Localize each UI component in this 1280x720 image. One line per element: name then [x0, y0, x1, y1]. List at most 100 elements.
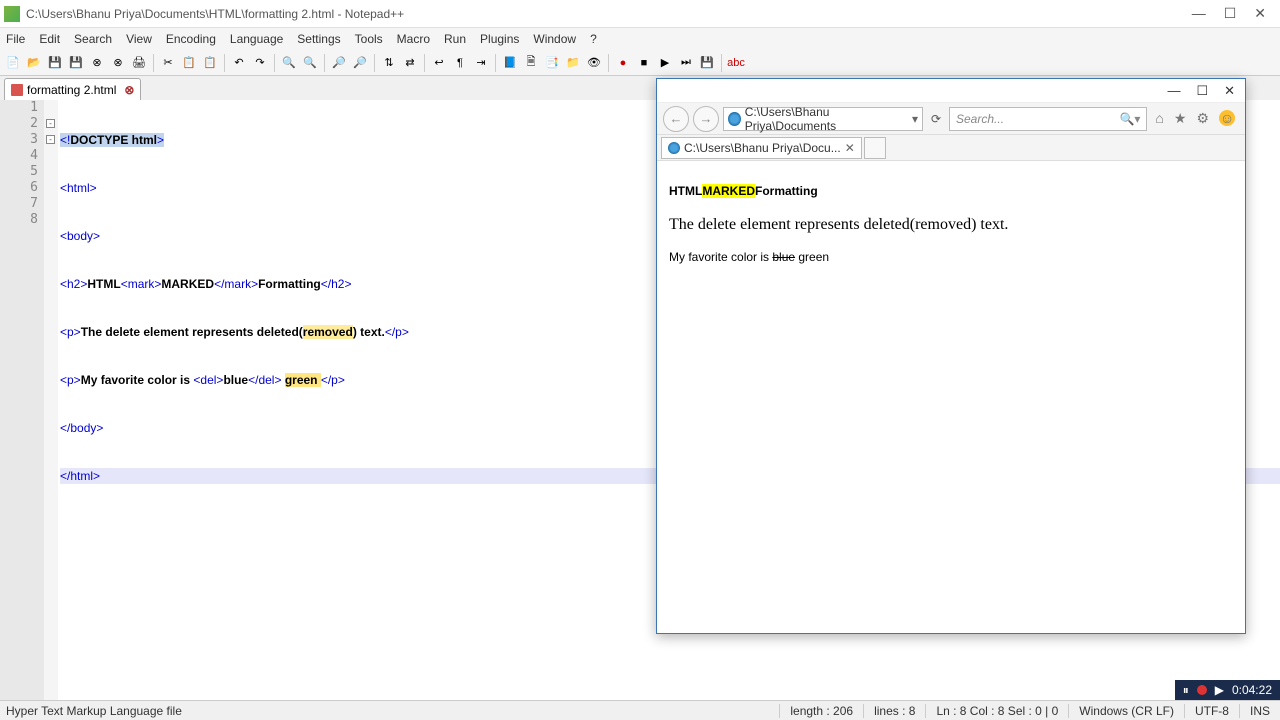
- replace-icon[interactable]: 🔍: [301, 54, 319, 72]
- tab-close-icon[interactable]: ⊗: [124, 83, 134, 97]
- allchars-icon[interactable]: ¶: [451, 54, 469, 72]
- menu-run[interactable]: Run: [444, 32, 466, 46]
- window-title: C:\Users\Bhanu Priya\Documents\HTML\form…: [26, 7, 1192, 21]
- statusbar: Hyper Text Markup Language file length :…: [0, 700, 1280, 720]
- menu-view[interactable]: View: [126, 32, 152, 46]
- sync-v-icon[interactable]: ⇅: [380, 54, 398, 72]
- browser-tab-label: C:\Users\Bhanu Priya\Docu...: [684, 141, 841, 155]
- browser-tab-close-icon[interactable]: ✕: [845, 141, 855, 155]
- screen-recorder-tray: ⏸ ▶ 0:04:22: [1175, 680, 1280, 700]
- doc-map-icon[interactable]: 🗎: [522, 54, 540, 72]
- refresh-button[interactable]: ⟳: [927, 112, 945, 126]
- status-eol: Windows (CR LF): [1068, 704, 1184, 718]
- stop-icon[interactable]: ■: [635, 54, 653, 72]
- forward-button[interactable]: →: [693, 106, 719, 132]
- favorites-icon[interactable]: ★: [1174, 110, 1187, 127]
- back-button[interactable]: ←: [663, 106, 689, 132]
- address-bar[interactable]: C:\Users\Bhanu Priya\Documents ▾: [723, 107, 923, 131]
- toolbar: 📄 📂 💾 💾 ⊗ ⊗ 🖨 ✂ 📋 📋 ↶ ↷ 🔍 🔍 🔎 🔎 ⇅ ⇄ ↩ ¶ …: [0, 50, 1280, 76]
- close-all-icon[interactable]: ⊗: [109, 54, 127, 72]
- browser-tabrow: C:\Users\Bhanu Priya\Docu... ✕: [657, 135, 1245, 161]
- indent-icon[interactable]: ⇥: [472, 54, 490, 72]
- browser-maximize-button[interactable]: ☐: [1196, 83, 1208, 99]
- menubar: File Edit Search View Encoding Language …: [0, 28, 1280, 50]
- close-file-icon[interactable]: ⊗: [88, 54, 106, 72]
- menu-encoding[interactable]: Encoding: [166, 32, 216, 46]
- menu-settings[interactable]: Settings: [297, 32, 340, 46]
- save-icon[interactable]: 💾: [46, 54, 64, 72]
- paste-icon[interactable]: 📋: [201, 54, 219, 72]
- menu-language[interactable]: Language: [230, 32, 283, 46]
- fold-column: - -: [44, 100, 58, 700]
- record-icon[interactable]: [1197, 685, 1207, 695]
- record-icon[interactable]: ●: [614, 54, 632, 72]
- cut-icon[interactable]: ✂: [159, 54, 177, 72]
- status-filetype: Hyper Text Markup Language file: [0, 704, 779, 718]
- ie-icon: [728, 112, 741, 126]
- recording-time: 0:04:22: [1232, 683, 1272, 697]
- app-icon: [4, 6, 20, 22]
- browser-minimize-button[interactable]: —: [1167, 83, 1180, 98]
- save-all-icon[interactable]: 💾: [67, 54, 85, 72]
- fold-marker[interactable]: -: [46, 135, 55, 144]
- search-box[interactable]: Search... 🔍▾: [949, 107, 1147, 131]
- page-paragraph: My favorite color is blue green: [669, 248, 1233, 266]
- home-icon[interactable]: ⌂: [1155, 110, 1163, 127]
- lang-icon[interactable]: 📘: [501, 54, 519, 72]
- new-file-icon[interactable]: 📄: [4, 54, 22, 72]
- titlebar: C:\Users\Bhanu Priya\Documents\HTML\form…: [0, 0, 1280, 28]
- spellcheck-icon[interactable]: abc: [727, 54, 745, 72]
- browser-navbar: ← → C:\Users\Bhanu Priya\Documents ▾ ⟳ S…: [657, 103, 1245, 135]
- redo-icon[interactable]: ↷: [251, 54, 269, 72]
- playmulti-icon[interactable]: ⏭: [677, 54, 695, 72]
- find-icon[interactable]: 🔍: [280, 54, 298, 72]
- pause-icon[interactable]: ⏸: [1183, 683, 1189, 698]
- status-length: length : 206: [779, 704, 863, 718]
- undo-icon[interactable]: ↶: [230, 54, 248, 72]
- play-icon[interactable]: ▶: [1215, 683, 1224, 697]
- ie-icon: [668, 142, 680, 154]
- page-paragraph: The delete element represents deleted(re…: [669, 216, 1233, 234]
- menu-file[interactable]: File: [6, 32, 25, 46]
- browser-toolbar-icons: ⌂ ★ ⚙ ☺: [1151, 110, 1239, 127]
- address-dropdown-icon[interactable]: ▾: [912, 112, 918, 126]
- play-icon[interactable]: ▶: [656, 54, 674, 72]
- search-icon[interactable]: 🔍▾: [1119, 112, 1140, 126]
- wordwrap-icon[interactable]: ↩: [430, 54, 448, 72]
- fold-marker[interactable]: -: [46, 119, 55, 128]
- menu-macro[interactable]: Macro: [397, 32, 430, 46]
- menu-tools[interactable]: Tools: [355, 32, 383, 46]
- new-tab-button[interactable]: [864, 137, 886, 159]
- print-icon[interactable]: 🖨: [130, 54, 148, 72]
- minimize-button[interactable]: —: [1192, 5, 1206, 22]
- tools-icon[interactable]: ⚙: [1196, 110, 1209, 127]
- menu-plugins[interactable]: Plugins: [480, 32, 519, 46]
- page-heading: HTMLMARKEDFormatting: [669, 175, 1233, 202]
- copy-icon[interactable]: 📋: [180, 54, 198, 72]
- close-button[interactable]: ✕: [1254, 5, 1266, 22]
- folder-icon[interactable]: 📁: [564, 54, 582, 72]
- status-insert: INS: [1239, 704, 1280, 718]
- menu-help[interactable]: ?: [590, 32, 597, 46]
- browser-close-button[interactable]: ✕: [1224, 83, 1235, 99]
- status-encoding: UTF-8: [1184, 704, 1239, 718]
- line-gutter: 12345678: [0, 100, 44, 700]
- func-list-icon[interactable]: 📑: [543, 54, 561, 72]
- status-lines: lines : 8: [863, 704, 925, 718]
- browser-tab[interactable]: C:\Users\Bhanu Priya\Docu... ✕: [661, 137, 862, 159]
- feedback-icon[interactable]: ☺: [1219, 110, 1235, 126]
- search-placeholder: Search...: [956, 112, 1004, 126]
- maximize-button[interactable]: ☐: [1224, 5, 1237, 22]
- open-file-icon[interactable]: 📂: [25, 54, 43, 72]
- savemacro-icon[interactable]: 💾: [698, 54, 716, 72]
- browser-titlebar: — ☐ ✕: [657, 79, 1245, 103]
- zoom-in-icon[interactable]: 🔎: [330, 54, 348, 72]
- zoom-out-icon[interactable]: 🔎: [351, 54, 369, 72]
- tab-formatting2[interactable]: formatting 2.html ⊗: [4, 78, 141, 100]
- address-text: C:\Users\Bhanu Priya\Documents: [745, 105, 908, 133]
- sync-h-icon[interactable]: ⇄: [401, 54, 419, 72]
- menu-search[interactable]: Search: [74, 32, 112, 46]
- monitor-icon[interactable]: 👁: [585, 54, 603, 72]
- menu-window[interactable]: Window: [533, 32, 576, 46]
- menu-edit[interactable]: Edit: [39, 32, 60, 46]
